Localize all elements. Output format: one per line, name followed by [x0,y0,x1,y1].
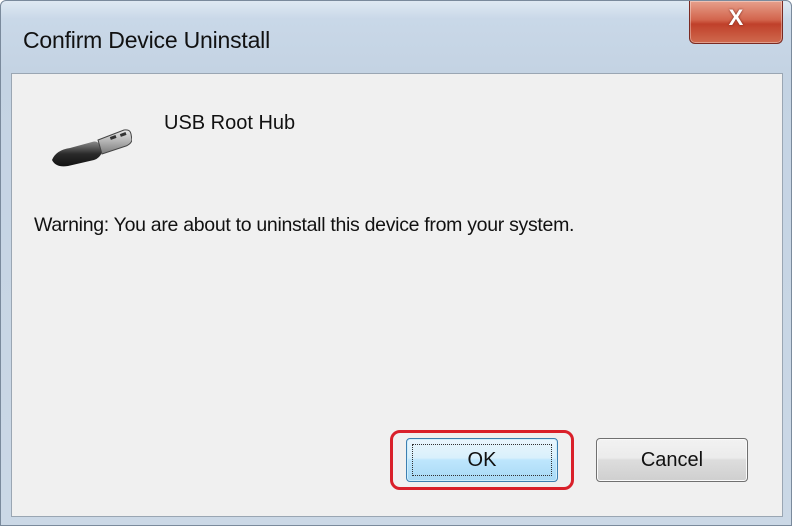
ok-button[interactable]: OK [406,438,558,482]
close-icon: X [728,5,744,30]
device-name: USB Root Hub [164,112,296,134]
cancel-button[interactable]: Cancel [596,438,748,482]
focus-indicator [412,444,552,476]
warning-message: Warning: You are about to uninstall this… [34,214,575,236]
dialog-window: Confirm Device Uninstall X USB Root Hub … [0,0,792,526]
dialog-body: USB Root Hub Warning: You are about to u… [11,73,783,517]
dialog-title: Confirm Device Uninstall [23,27,270,53]
close-button[interactable]: X [689,1,783,44]
cancel-button-label: Cancel [640,449,704,471]
title-bar[interactable]: Confirm Device Uninstall X [1,1,791,73]
usb-plug-icon [52,129,132,167]
